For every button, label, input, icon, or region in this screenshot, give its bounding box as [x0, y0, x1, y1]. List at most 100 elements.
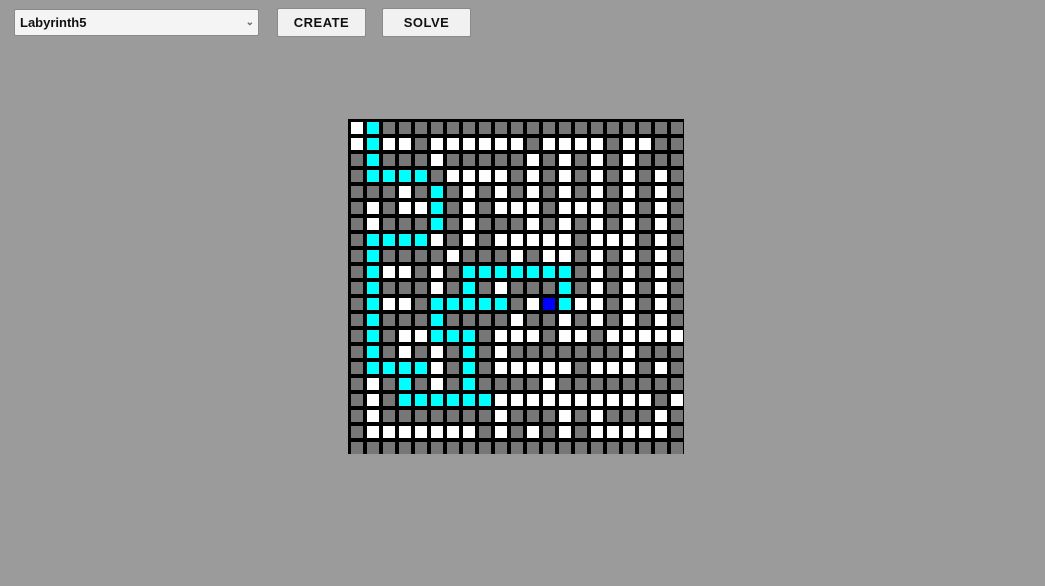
maze-wall-cell: [671, 266, 683, 278]
maze-wall-cell: [607, 138, 619, 150]
maze-path-cell: [447, 298, 459, 310]
maze-path-cell: [559, 282, 571, 294]
maze-open-cell: [495, 362, 507, 374]
maze-open-cell: [511, 250, 523, 262]
maze-wall-cell: [575, 314, 587, 326]
create-button[interactable]: CREATE: [277, 8, 366, 37]
maze-open-cell: [623, 186, 635, 198]
maze-wall-cell: [495, 442, 507, 454]
maze-open-cell: [527, 426, 539, 438]
maze-wall-cell: [543, 122, 555, 134]
solve-button[interactable]: SOLVE: [382, 8, 471, 37]
maze-path-cell: [447, 394, 459, 406]
maze-wall-cell: [639, 154, 651, 166]
maze-wall-cell: [543, 330, 555, 342]
maze-open-cell: [527, 234, 539, 246]
maze-path-cell: [479, 266, 491, 278]
maze-open-cell: [623, 330, 635, 342]
maze-wall-cell: [479, 442, 491, 454]
maze-open-cell: [591, 314, 603, 326]
maze-wall-cell: [383, 394, 395, 406]
maze-open-cell: [399, 186, 411, 198]
maze-path-cell: [367, 362, 379, 374]
maze-open-cell: [575, 298, 587, 310]
maze-wall-cell: [543, 282, 555, 294]
maze-wall-cell: [399, 250, 411, 262]
maze-wall-cell: [415, 298, 427, 310]
maze-wall-cell: [575, 186, 587, 198]
maze-wall-cell: [399, 442, 411, 454]
maze-wall-cell: [607, 154, 619, 166]
maze-wall-cell: [559, 378, 571, 390]
maze-wall-cell: [607, 266, 619, 278]
maze-wall-cell: [607, 378, 619, 390]
maze-wall-cell: [463, 122, 475, 134]
maze-open-cell: [527, 186, 539, 198]
maze-wall-cell: [351, 250, 363, 262]
maze-open-cell: [559, 394, 571, 406]
maze-wall-cell: [447, 154, 459, 166]
maze-wall-cell: [639, 314, 651, 326]
maze-open-cell: [367, 394, 379, 406]
maze-wall-cell: [415, 122, 427, 134]
maze-wall-cell: [431, 410, 443, 422]
maze-wall-cell: [399, 314, 411, 326]
maze-wall-cell: [655, 394, 667, 406]
maze-open-cell: [495, 234, 507, 246]
maze-open-cell: [495, 282, 507, 294]
maze-open-cell: [367, 426, 379, 438]
maze-wall-cell: [479, 122, 491, 134]
maze-open-cell: [591, 154, 603, 166]
maze-open-cell: [655, 362, 667, 374]
maze-open-cell: [623, 154, 635, 166]
maze-open-cell: [367, 410, 379, 422]
maze-open-cell: [559, 362, 571, 374]
maze-wall-cell: [479, 426, 491, 438]
maze-wall-cell: [351, 154, 363, 166]
maze-wall-cell: [447, 282, 459, 294]
maze-wall-cell: [479, 250, 491, 262]
maze-wall-cell: [415, 186, 427, 198]
maze-path-cell: [399, 394, 411, 406]
maze-wall-cell: [575, 170, 587, 182]
maze-wall-cell: [639, 250, 651, 262]
maze-open-cell: [575, 394, 587, 406]
maze-path-cell: [511, 266, 523, 278]
maze-open-cell: [591, 362, 603, 374]
maze-wall-cell: [671, 250, 683, 262]
maze-open-cell: [463, 138, 475, 150]
maze-wall-cell: [559, 122, 571, 134]
maze-grid: [348, 119, 684, 454]
maze-open-cell: [623, 218, 635, 230]
maze-wall-cell: [639, 170, 651, 182]
maze-wall-cell: [447, 410, 459, 422]
maze-wall-cell: [351, 170, 363, 182]
maze-open-cell: [511, 202, 523, 214]
maze-path-cell: [495, 266, 507, 278]
maze-wall-cell: [447, 362, 459, 374]
maze-open-cell: [511, 234, 523, 246]
maze-wall-cell: [511, 122, 523, 134]
maze-select-dropdown[interactable]: Labyrinth5 ⌄: [14, 9, 259, 36]
maze-open-cell: [559, 202, 571, 214]
maze-path-cell: [415, 234, 427, 246]
maze-open-cell: [639, 394, 651, 406]
maze-path-cell: [383, 170, 395, 182]
maze-open-cell: [431, 346, 443, 358]
maze-wall-cell: [655, 346, 667, 358]
maze-path-cell: [399, 234, 411, 246]
maze-path-cell: [495, 298, 507, 310]
maze-wall-cell: [639, 186, 651, 198]
maze-wall-cell: [383, 186, 395, 198]
maze-path-cell: [367, 170, 379, 182]
maze-wall-cell: [431, 122, 443, 134]
maze-open-cell: [543, 394, 555, 406]
maze-open-cell: [511, 362, 523, 374]
maze-wall-cell: [495, 122, 507, 134]
maze-wall-cell: [383, 410, 395, 422]
maze-wall-cell: [575, 250, 587, 262]
maze-wall-cell: [447, 266, 459, 278]
maze-path-cell: [463, 298, 475, 310]
maze-wall-cell: [671, 362, 683, 374]
maze-wall-cell: [479, 282, 491, 294]
